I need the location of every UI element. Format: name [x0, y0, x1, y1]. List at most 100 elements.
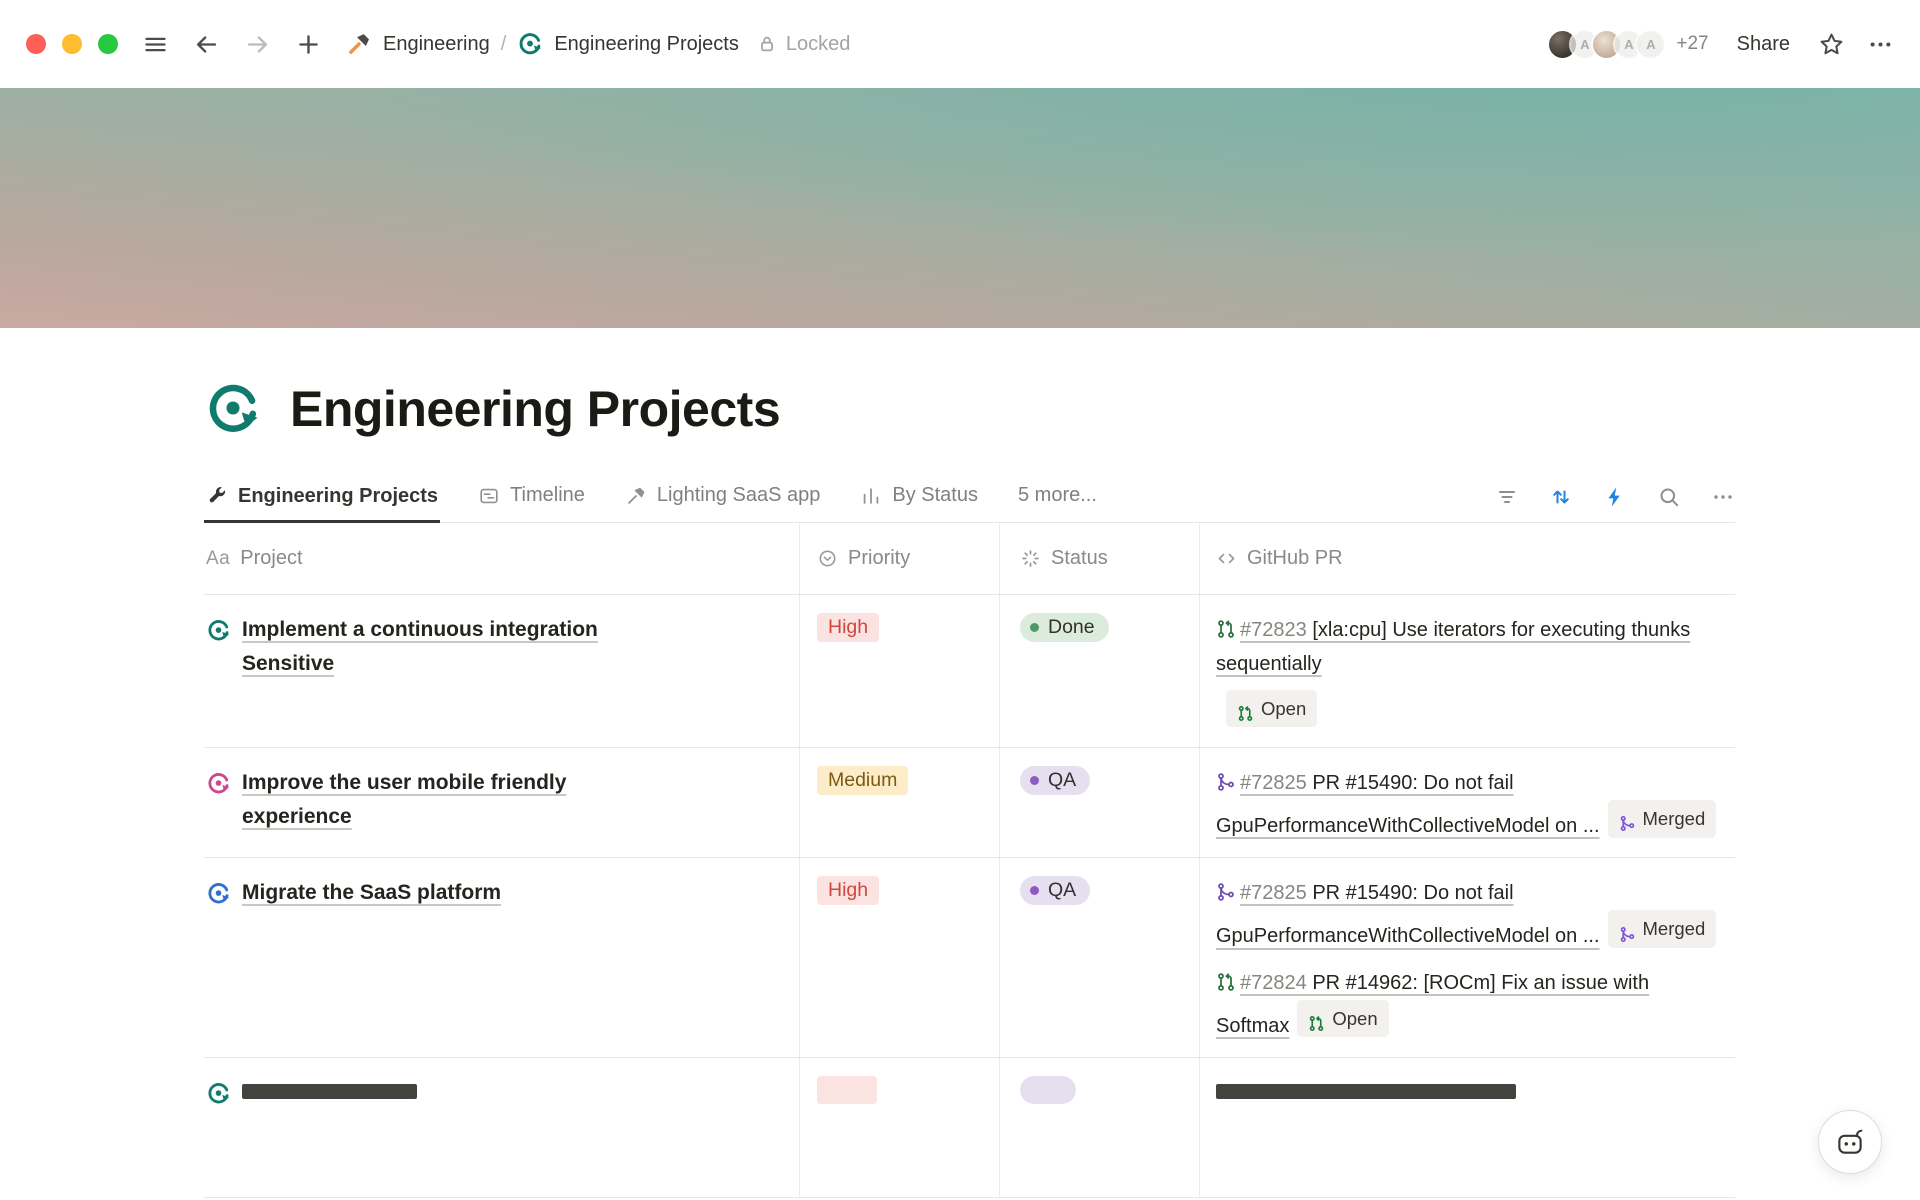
priority-cell: Medium: [799, 748, 999, 857]
view-tab-label: Timeline: [510, 484, 585, 507]
teamspace-hammer-icon: [346, 31, 372, 57]
github-pr-cell: #72825 PR #15490: Do not fail GpuPerform…: [1199, 858, 1735, 1056]
minimize-window-button[interactable]: [62, 34, 82, 54]
pull-request-icon: [1216, 969, 1236, 989]
avatar[interactable]: A: [1635, 29, 1666, 60]
window-controls: [26, 34, 118, 54]
automation-bolt-icon[interactable]: [1603, 485, 1627, 509]
new-page-icon[interactable]: [295, 31, 322, 58]
priority-badge[interactable]: [817, 1076, 877, 1104]
column-label: Priority: [848, 547, 910, 570]
priority-badge[interactable]: High: [817, 613, 879, 642]
project-cell: Migrate the SaaS platform: [204, 858, 799, 1056]
hammer-icon: [625, 485, 647, 507]
project-title-link[interactable]: Migrate the SaaS platform: [242, 876, 501, 910]
priority-badge[interactable]: Medium: [817, 766, 908, 795]
view-tab-label: By Status: [892, 484, 978, 507]
view-tab-more[interactable]: 5 more...: [1016, 472, 1099, 522]
github-pr-mention[interactable]: #72823 [xla:cpu] Use iterators for execu…: [1216, 613, 1727, 733]
column-header-github-pr[interactable]: GitHub PR: [1199, 523, 1735, 594]
page-content: Engineering Projects Engineering Project…: [204, 380, 1735, 1198]
project-logo-icon: [206, 771, 231, 796]
pr-number: #72825: [1240, 772, 1307, 794]
column-label: Project: [240, 547, 302, 570]
priority-cell: [799, 1058, 999, 1197]
close-window-button[interactable]: [26, 34, 46, 54]
lock-icon: [756, 33, 778, 55]
view-tab-lighting-saas-app[interactable]: Lighting SaaS app: [623, 472, 822, 522]
notion-ai-button[interactable]: [1818, 1110, 1882, 1174]
status-cell: [999, 1058, 1199, 1197]
priority-badge[interactable]: High: [817, 876, 879, 905]
sidebar-toggle-icon[interactable]: [142, 31, 169, 58]
spinner-icon: [1020, 548, 1041, 569]
pr-state-badge[interactable]: Open: [1297, 1000, 1388, 1037]
page-header: Engineering Projects: [204, 380, 1735, 438]
timeline-icon: [478, 485, 500, 507]
topbar: Engineering / Engineering Projects Locke…: [0, 0, 1920, 88]
column-header-priority[interactable]: Priority: [799, 523, 999, 594]
git-merge-icon: [1216, 769, 1236, 789]
priority-cell: High: [799, 595, 999, 747]
pr-state-badge[interactable]: Merged: [1608, 800, 1717, 837]
views-bar: Engineering Projects Timeline Lighting S…: [204, 472, 1735, 523]
priority-cell: High: [799, 858, 999, 1056]
pr-state-badge[interactable]: Open: [1226, 690, 1317, 727]
status-cell: QA: [999, 748, 1199, 857]
view-actions: [1495, 485, 1735, 509]
status-dot: [1030, 623, 1039, 632]
status-badge[interactable]: Done: [1020, 613, 1109, 642]
pr-state-badge[interactable]: Merged: [1608, 910, 1717, 947]
pr-number: #72824: [1240, 972, 1307, 994]
status-dot: [1030, 776, 1039, 785]
table-row[interactable]: Migrate the SaaS platform High QA #72825…: [204, 858, 1735, 1057]
view-tab-by-status[interactable]: By Status: [858, 472, 980, 522]
git-merge-icon: [1619, 921, 1636, 938]
more-options-icon[interactable]: [1867, 31, 1894, 58]
avatar-stack[interactable]: A A A +27: [1547, 29, 1708, 60]
breadcrumb: Engineering / Engineering Projects Locke…: [346, 31, 850, 57]
github-pr-mention[interactable]: #72824 PR #14962: [ROCm] Fix an issue wi…: [1216, 966, 1727, 1043]
column-header-project[interactable]: Aa Project: [204, 523, 799, 594]
locked-indicator[interactable]: Locked: [756, 33, 851, 56]
view-tab-label: Lighting SaaS app: [657, 484, 820, 507]
favorite-star-icon[interactable]: [1818, 31, 1845, 58]
page-icon[interactable]: [204, 380, 262, 438]
board-icon: [860, 485, 882, 507]
github-pr-cell: #72823 [xla:cpu] Use iterators for execu…: [1199, 595, 1735, 747]
table-row[interactable]: Improve the user mobile friendly experie…: [204, 748, 1735, 858]
forward-icon[interactable]: [244, 31, 271, 58]
zoom-window-button[interactable]: [98, 34, 118, 54]
project-title-link[interactable]: Improve the user mobile friendly experie…: [242, 766, 647, 834]
page-title[interactable]: Engineering Projects: [290, 380, 780, 438]
view-tab-timeline[interactable]: Timeline: [476, 472, 587, 522]
share-button[interactable]: Share: [1731, 29, 1796, 60]
view-tab-engineering-projects[interactable]: Engineering Projects: [204, 473, 440, 523]
column-label: GitHub PR: [1247, 547, 1343, 570]
locked-label: Locked: [786, 33, 851, 56]
status-dot: [1030, 886, 1039, 895]
status-badge[interactable]: QA: [1020, 876, 1090, 905]
project-title-link[interactable]: Implement a continuous integration Sensi…: [242, 613, 647, 681]
text-property-icon: Aa: [206, 548, 230, 570]
project-logo-icon: [206, 1081, 231, 1106]
column-header-status[interactable]: Status: [999, 523, 1199, 594]
github-pr-mention[interactable]: #72825 PR #15490: Do not fail GpuPerform…: [1216, 876, 1727, 953]
view-tab-label: Engineering Projects: [238, 485, 438, 508]
github-pr-mention[interactable]: #72825 PR #15490: Do not fail GpuPerform…: [1216, 766, 1727, 843]
sort-icon[interactable]: [1549, 485, 1573, 509]
filter-icon[interactable]: [1495, 485, 1519, 509]
search-icon[interactable]: [1657, 485, 1681, 509]
breadcrumb-page[interactable]: Engineering Projects: [554, 33, 739, 56]
clipped-text: [242, 1084, 417, 1099]
status-badge[interactable]: [1020, 1076, 1076, 1104]
circle-chevron-icon: [817, 548, 838, 569]
breadcrumb-team[interactable]: Engineering: [383, 33, 490, 56]
table-row-partial[interactable]: [204, 1058, 1735, 1198]
avatar-overflow-count[interactable]: +27: [1676, 33, 1708, 55]
back-icon[interactable]: [193, 31, 220, 58]
github-pr-cell: [1199, 1058, 1735, 1197]
table-row[interactable]: Implement a continuous integration Sensi…: [204, 595, 1735, 748]
view-more-options-icon[interactable]: [1711, 485, 1735, 509]
status-badge[interactable]: QA: [1020, 766, 1090, 795]
